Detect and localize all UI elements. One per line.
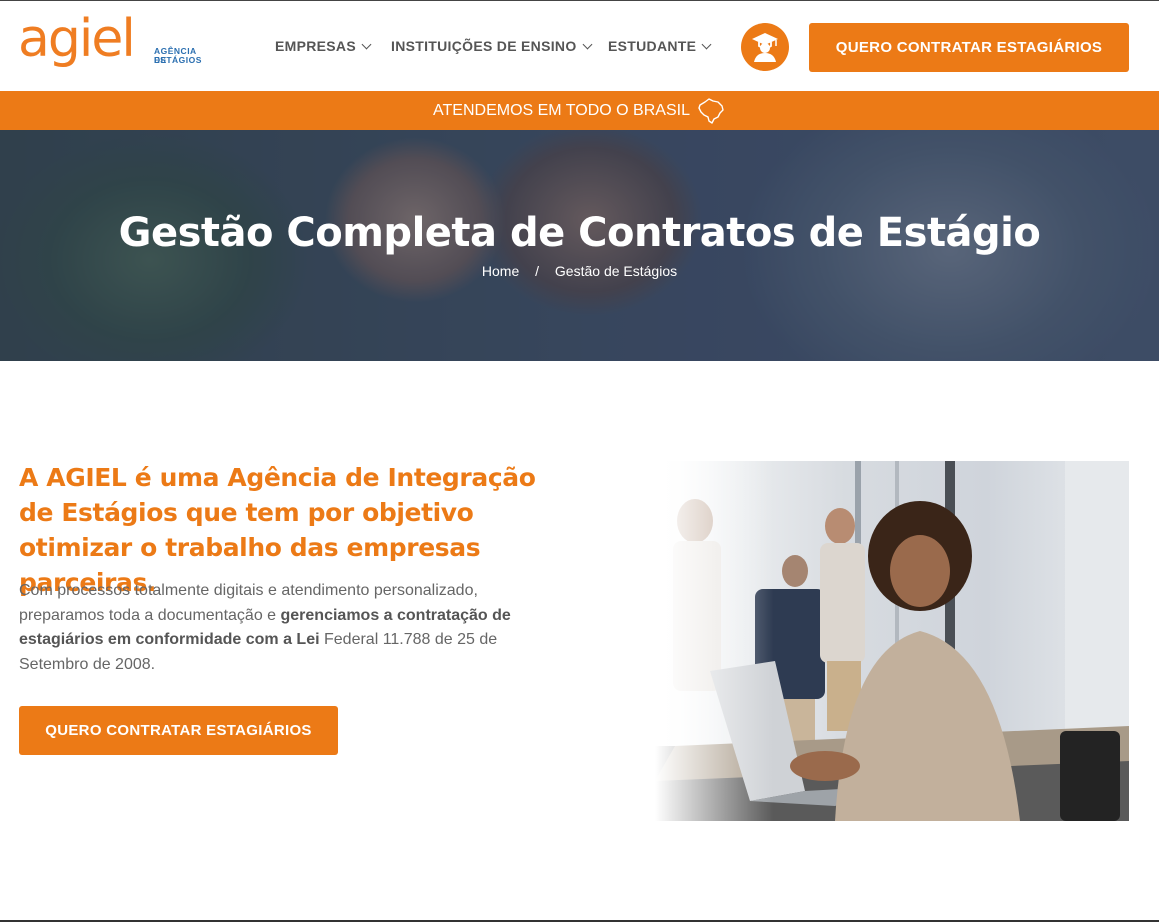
office-illustration xyxy=(655,461,1129,821)
nav-item-empresas[interactable]: EMPRESAS xyxy=(275,38,372,54)
graduate-icon xyxy=(752,33,778,62)
office-photo xyxy=(655,461,1129,821)
nav-item-label: INSTITUIÇÕES DE ENSINO xyxy=(391,38,577,54)
nav-item-instituicoes[interactable]: INSTITUIÇÕES DE ENSINO xyxy=(391,38,592,54)
chevron-down-icon xyxy=(361,39,372,49)
student-area-button[interactable] xyxy=(741,23,789,71)
breadcrumb-home-link[interactable]: Home xyxy=(482,263,519,279)
intro-paragraph: Com processos totalmente digitais e aten… xyxy=(19,579,529,677)
brazil-map-icon xyxy=(698,97,724,124)
agiel-logo[interactable]: agiel AGÊNCIA DE ESTÁGIOS xyxy=(18,9,208,71)
page-title: Gestão Completa de Contratos de Estágio xyxy=(118,210,1041,256)
logo-subtitle-line2: ESTÁGIOS xyxy=(154,55,202,65)
chevron-down-icon xyxy=(582,39,592,49)
hire-interns-header-button[interactable]: QUERO CONTRATAR ESTAGIÁRIOS xyxy=(809,23,1129,72)
logo-wordmark: agiel xyxy=(18,9,136,69)
site-header: agiel AGÊNCIA DE ESTÁGIOS EMPRESAS INSTI… xyxy=(0,0,1159,91)
breadcrumb: Home / Gestão de Estágios xyxy=(0,263,1159,279)
breadcrumb-separator: / xyxy=(535,263,540,279)
chevron-down-icon xyxy=(701,39,712,49)
page-hero: Gestão Completa de Contratos de Estágio … xyxy=(0,130,1159,361)
nav-item-estudante[interactable]: ESTUDANTE xyxy=(608,38,712,54)
nav-item-label: ESTUDANTE xyxy=(608,38,697,54)
nationwide-banner: ATENDEMOS EM TODO O BRASIL xyxy=(0,91,1159,130)
nav-item-label: EMPRESAS xyxy=(275,38,356,54)
banner-text: ATENDEMOS EM TODO O BRASIL xyxy=(433,101,690,119)
hire-interns-button[interactable]: QUERO CONTRATAR ESTAGIÁRIOS xyxy=(19,706,338,755)
breadcrumb-current: Gestão de Estágios xyxy=(554,263,678,279)
